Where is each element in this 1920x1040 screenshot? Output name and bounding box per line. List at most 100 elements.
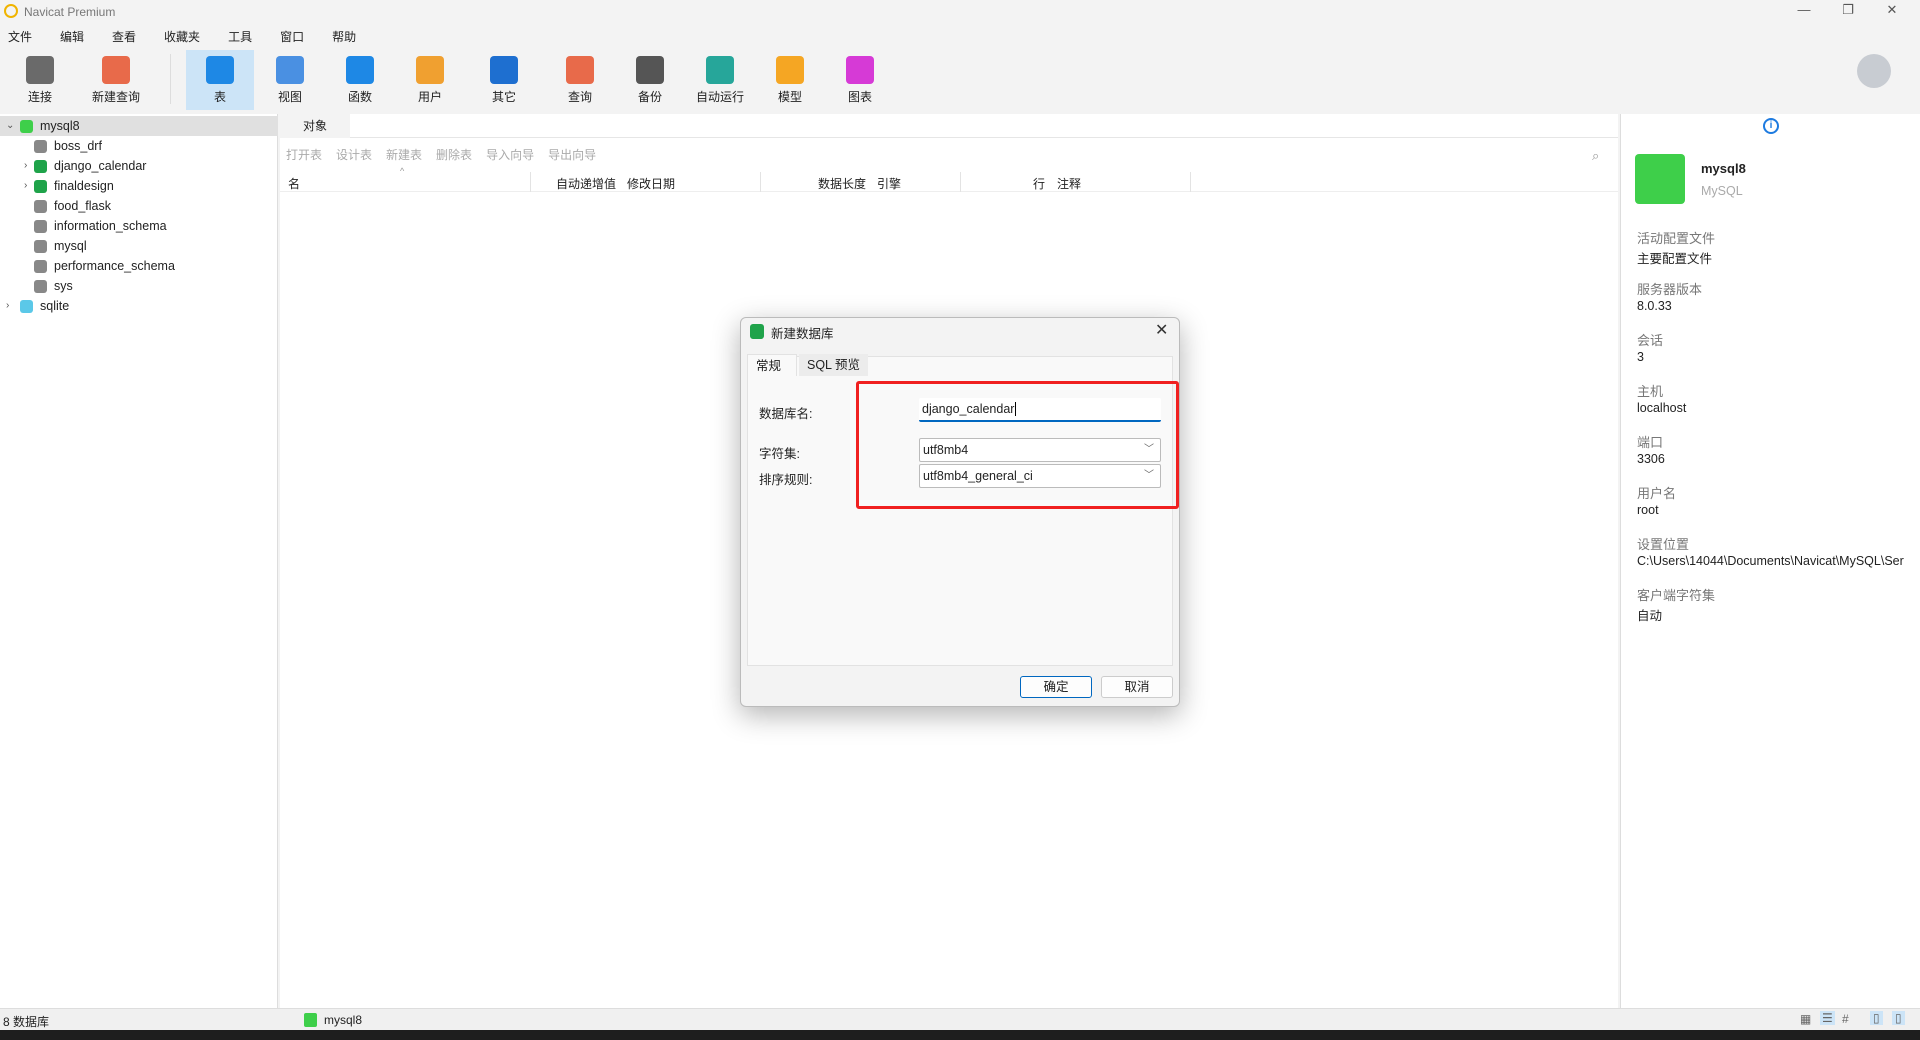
info-label: 服务器版本 — [1637, 282, 1703, 297]
toolbar-query-button[interactable]: 查询 — [546, 50, 614, 110]
toolbar-robot-button[interactable]: 自动运行 — [686, 50, 754, 110]
column-header[interactable]: 注释 — [1057, 175, 1081, 192]
tree-item[interactable]: mysql — [0, 236, 278, 256]
menu-item[interactable]: 查看 — [112, 26, 136, 48]
database-icon — [34, 180, 47, 193]
toolbar-plug-button[interactable]: 连接 — [6, 50, 74, 110]
sort-asc-icon: ^ — [400, 166, 405, 176]
info-value: 8.0.33 — [1637, 299, 1672, 313]
restore-button[interactable]: ❐ — [1828, 2, 1868, 22]
object-tool-button[interactable]: 导出向导 — [548, 146, 596, 163]
column-header[interactable]: 数据长度 — [818, 175, 866, 192]
toolbar-label: 用户 — [417, 90, 442, 104]
menu-item[interactable]: 窗口 — [280, 26, 304, 48]
model-icon — [776, 56, 804, 84]
object-toolbar: 打开表 设计表 新建表 删除表 导入向导 导出向导 — [286, 146, 596, 163]
chevron-down-icon[interactable]: ⌄ — [6, 116, 18, 136]
column-header[interactable]: 名 — [288, 175, 300, 192]
menu-item[interactable]: 编辑 — [60, 26, 84, 48]
tree-item-label: sys — [54, 279, 73, 293]
toolbar-label: 自动运行 — [695, 90, 744, 104]
object-tool-button[interactable]: 新建表 — [386, 146, 422, 163]
info-label: 会话 — [1637, 333, 1664, 348]
info-label: 主机 — [1637, 384, 1664, 399]
toolbar-new-query-button[interactable]: 新建查询 — [82, 50, 150, 110]
object-tool-button[interactable]: 打开表 — [286, 146, 322, 163]
tree-item-label: performance_schema — [54, 259, 175, 273]
ok-button[interactable]: 确定 — [1020, 676, 1092, 698]
tree-item-label: boss_drf — [54, 139, 102, 153]
chevron-right-icon[interactable]: › — [6, 296, 18, 316]
mysql-dolphin-icon — [1635, 154, 1685, 204]
toggle-left-pane-icon[interactable]: ▯ — [1870, 1011, 1883, 1025]
tree-item[interactable]: › sqlite — [0, 296, 278, 316]
toolbar-chart-button[interactable]: 图表 — [826, 50, 894, 110]
dialog-title: 新建数据库 — [771, 327, 834, 341]
menu-item[interactable]: 帮助 — [332, 26, 356, 48]
menu-bar: 文件 编辑 查看 收藏夹 工具 窗口 帮助 — [0, 26, 376, 48]
close-icon[interactable]: ✕ — [1155, 320, 1168, 340]
database-icon — [750, 324, 764, 339]
toolbar-backup-button[interactable]: 备份 — [616, 50, 684, 110]
column-divider — [1190, 172, 1191, 192]
object-tool-button[interactable]: 设计表 — [336, 146, 372, 163]
highlight-box — [856, 381, 1179, 509]
database-icon — [34, 140, 47, 153]
new-query-icon — [102, 56, 130, 84]
info-value: 自动 — [1637, 609, 1663, 623]
tree-item[interactable]: performance_schema — [0, 256, 278, 276]
menu-item[interactable]: 收藏夹 — [164, 26, 200, 48]
column-header[interactable]: 引擎 — [877, 175, 901, 192]
toolbar-function-button[interactable]: 函数 — [326, 50, 394, 110]
database-icon — [34, 280, 47, 293]
toolbar-view-button[interactable]: 视图 — [256, 50, 324, 110]
object-tool-button[interactable]: 删除表 — [436, 146, 472, 163]
menu-item[interactable]: 文件 — [8, 26, 32, 48]
grid-view-icon[interactable]: ▦ — [1800, 1012, 1811, 1026]
tree-item[interactable]: ⌄ mysql8 — [0, 116, 278, 136]
database-count: 8 数据库 — [3, 1015, 50, 1029]
info-label: 用户名 — [1637, 486, 1677, 501]
info-icon[interactable]: i — [1763, 118, 1779, 134]
info-panel: i mysql8 MySQL 活动配置文件 主要配置文件 服务器版本 8.0.33 会话… — [1620, 114, 1920, 1008]
tree-item-label: mysql8 — [40, 119, 80, 133]
function-icon — [346, 56, 374, 84]
column-header[interactable]: 行 — [1033, 175, 1045, 192]
close-window-button[interactable]: ✕ — [1872, 2, 1912, 22]
toolbar-label: 其它 — [491, 90, 516, 104]
tree-item[interactable]: sys — [0, 276, 278, 296]
tab-sql-preview[interactable]: SQL 预览 — [799, 354, 869, 376]
minimize-button[interactable]: — — [1784, 2, 1824, 22]
database-icon — [34, 240, 47, 253]
tree-item[interactable]: information_schema — [0, 216, 278, 236]
info-value: 主要配置文件 — [1637, 252, 1713, 266]
tree-item[interactable]: boss_drf — [0, 136, 278, 156]
toolbar-table-button[interactable]: 表 — [186, 50, 254, 110]
info-value: 3 — [1637, 350, 1644, 364]
list-view-icon[interactable]: ☰ — [1820, 1011, 1835, 1025]
avatar[interactable] — [1857, 54, 1891, 88]
toolbar-user-button[interactable]: 用户 — [396, 50, 464, 110]
toolbar-label: 连接 — [27, 90, 52, 104]
tree-item[interactable]: food_flask — [0, 196, 278, 216]
tab-objects[interactable]: 对象 — [280, 114, 350, 138]
column-divider — [760, 172, 761, 192]
detail-view-icon[interactable]: # — [1842, 1012, 1849, 1026]
column-divider — [960, 172, 961, 192]
info-value: root — [1637, 503, 1659, 517]
connection-name: mysql8 — [1701, 161, 1746, 176]
toolbar-tools-button[interactable]: 其它 — [470, 50, 538, 110]
object-tool-button[interactable]: 导入向导 — [486, 146, 534, 163]
tree-item[interactable]: › finaldesign — [0, 176, 278, 196]
cancel-button[interactable]: 取消 — [1101, 676, 1173, 698]
robot-icon — [706, 56, 734, 84]
tree-item-label: information_schema — [54, 219, 167, 233]
column-header[interactable]: 自动递增值 — [556, 175, 616, 192]
tree-item[interactable]: › django_calendar — [0, 156, 278, 176]
search-icon[interactable]: ⌕ — [1592, 148, 1599, 164]
column-header[interactable]: 修改日期 — [627, 175, 675, 192]
toggle-right-pane-icon[interactable]: ▯ — [1892, 1011, 1905, 1025]
menu-item[interactable]: 工具 — [228, 26, 252, 48]
tab-general[interactable]: 常规 — [747, 354, 797, 376]
toolbar-model-button[interactable]: 模型 — [756, 50, 824, 110]
